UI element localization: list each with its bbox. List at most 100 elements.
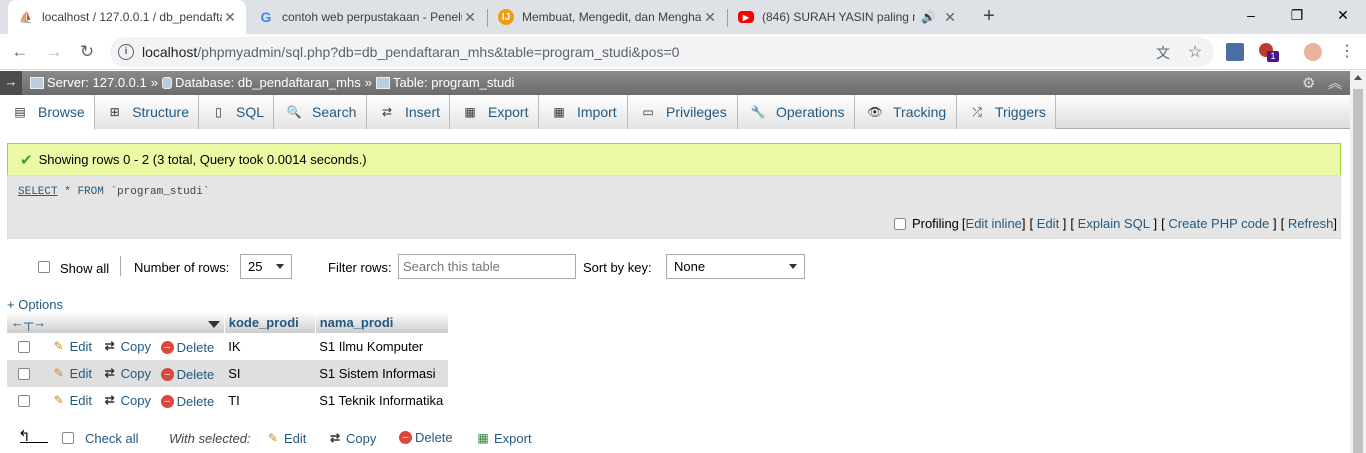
- forward-arrow-icon[interactable]: →: [42, 40, 66, 64]
- tab-insert[interactable]: ⇄ Insert: [367, 95, 450, 129]
- table-row: ✎ Edit ⇄ Copy – Delete TI S1 Teknik Informa…: [7, 387, 449, 414]
- back-arrow-icon[interactable]: ←: [8, 40, 32, 64]
- row-edit-link[interactable]: ✎ Edit: [51, 365, 92, 381]
- settings-gear-icon[interactable]: ⚙: [1302, 74, 1315, 92]
- row-copy-link[interactable]: ⇄ Copy: [102, 338, 151, 354]
- tab-structure[interactable]: ⊞ Structure: [95, 95, 199, 129]
- options-link[interactable]: + Options: [7, 297, 63, 312]
- sort-by-key-select[interactable]: None: [666, 254, 805, 279]
- youtube-icon: ▶: [738, 11, 754, 23]
- orange-circle-icon: IJ: [498, 9, 514, 25]
- vertical-scrollbar[interactable]: [1350, 71, 1366, 453]
- menu-dots-icon[interactable]: ⋮: [1335, 40, 1359, 64]
- maximize-button[interactable]: ❐: [1274, 0, 1320, 32]
- eye-icon: 👁: [867, 105, 883, 119]
- column-header-kode-prodi[interactable]: kode_prodi: [224, 312, 316, 333]
- delete-icon: –: [160, 368, 174, 381]
- collapse-icon[interactable]: ︽: [1328, 73, 1342, 93]
- delete-icon: –: [160, 341, 174, 354]
- info-icon[interactable]: i: [118, 44, 134, 60]
- row-edit-label: Edit: [69, 392, 93, 408]
- create-php-code-link[interactable]: Create PHP code: [1168, 216, 1269, 231]
- row-edit-link[interactable]: ✎ Edit: [51, 338, 92, 354]
- tab-phpmyadmin[interactable]: ⛵ localhost / 127.0.0.1 / db_pendaftaran…: [8, 0, 246, 34]
- scrollbar-thumb[interactable]: [1353, 89, 1363, 453]
- tab-import[interactable]: ▦ Import: [539, 95, 628, 129]
- bulk-copy-button[interactable]: ⇄ Copy: [327, 430, 376, 446]
- row-delete-link[interactable]: – Delete: [160, 394, 214, 409]
- tab-article[interactable]: IJ Membuat, Mengedit, dan Menghapus ✕: [488, 0, 726, 34]
- bulk-delete-button[interactable]: – Delete: [399, 430, 453, 445]
- table-navigation: Show all Number of rows: 25 Filter rows:…: [0, 253, 1340, 283]
- breadcrumb-sep: »: [364, 75, 372, 90]
- breadcrumb-database[interactable]: Database: db_pendaftaran_mhs: [175, 75, 361, 90]
- browse-icon: ▤: [14, 105, 26, 119]
- row-delete-link[interactable]: – Delete: [160, 340, 214, 355]
- import-icon: ▦: [553, 105, 565, 119]
- row-delete-link[interactable]: – Delete: [160, 367, 214, 382]
- new-tab-button[interactable]: +: [977, 4, 1001, 28]
- edit-inline-link[interactable]: Edit inline: [966, 216, 1022, 231]
- scroll-up-arrow-icon[interactable]: [1354, 75, 1362, 80]
- row-actions: ✎ Edit ⇄ Copy – Delete: [7, 387, 225, 414]
- sql-icon: ▯: [215, 105, 222, 119]
- chevron-down-icon: [276, 264, 284, 269]
- profile-avatar[interactable]: [1304, 43, 1322, 61]
- row-checkbox[interactable]: [18, 367, 30, 380]
- filter-rows-input[interactable]: Search this table: [398, 254, 576, 279]
- translate-icon[interactable]: 文: [1154, 44, 1172, 62]
- minimize-button[interactable]: –: [1228, 0, 1274, 32]
- close-tab-icon[interactable]: ✕: [462, 9, 478, 26]
- explain-sql-link[interactable]: Explain SQL: [1078, 216, 1150, 231]
- privileges-icon: ▭: [642, 105, 654, 119]
- tab-youtube[interactable]: ▶ (846) SURAH YASIN paling merdu 🔊 ✕: [728, 0, 966, 34]
- extension-badge-icon[interactable]: 1: [1259, 43, 1279, 62]
- tab-export[interactable]: ▦ Export: [450, 95, 539, 129]
- export-icon: ▦: [477, 431, 489, 445]
- show-all-checkbox[interactable]: [38, 261, 50, 273]
- check-all-label[interactable]: Check all: [85, 431, 138, 446]
- address-bar[interactable]: i localhost/phpmyadmin/sql.php?db=db_pen…: [110, 37, 1214, 67]
- row-copy-link[interactable]: ⇄ Copy: [102, 392, 151, 408]
- row-checkbox[interactable]: [18, 340, 30, 353]
- tab-search[interactable]: 🔍 Search: [274, 95, 367, 129]
- tab-triggers[interactable]: ⤮ Triggers: [957, 95, 1056, 129]
- bookmark-star-icon[interactable]: ☆: [1186, 44, 1204, 62]
- tab-tracking[interactable]: 👁 Tracking: [855, 95, 957, 129]
- sort-by-key-label: Sort by key:: [583, 260, 652, 275]
- row-checkbox[interactable]: [18, 394, 30, 407]
- row-copy-link[interactable]: ⇄ Copy: [102, 365, 151, 381]
- tab-operations[interactable]: 🔧 Operations: [738, 95, 855, 129]
- tab-google[interactable]: G contoh web perpustakaan - Penelusuran …: [248, 0, 486, 34]
- reload-icon[interactable]: ↻: [75, 40, 99, 64]
- row-edit-link[interactable]: ✎ Edit: [51, 392, 92, 408]
- breadcrumb-table[interactable]: Table: program_studi: [393, 75, 514, 90]
- tab-browse[interactable]: ▤ Browse: [0, 95, 95, 130]
- tab-privileges[interactable]: ▭ Privileges: [628, 95, 738, 129]
- speaker-icon[interactable]: 🔊: [921, 10, 936, 24]
- close-tab-icon[interactable]: ✕: [702, 9, 718, 26]
- close-tab-icon[interactable]: ✕: [222, 9, 238, 26]
- url-text[interactable]: localhost/phpmyadmin/sql.php?db=db_penda…: [142, 44, 679, 60]
- resize-arrows-icon[interactable]: ←┬→: [11, 315, 46, 330]
- sql-select-keyword[interactable]: SELECT: [18, 186, 58, 198]
- check-all-checkbox[interactable]: [62, 432, 74, 444]
- bulk-edit-button[interactable]: ✎ Edit: [265, 430, 306, 446]
- close-tab-icon[interactable]: ✕: [942, 9, 958, 26]
- breadcrumb-server[interactable]: Server: 127.0.0.1: [47, 75, 147, 90]
- pencil-icon: ✎: [53, 339, 64, 353]
- close-window-button[interactable]: ✕: [1320, 0, 1366, 32]
- navigation-toggle-arrow-icon[interactable]: →: [0, 71, 22, 95]
- extension-icon[interactable]: [1226, 43, 1244, 61]
- number-of-rows-select[interactable]: 25: [240, 254, 292, 279]
- profiling-checkbox[interactable]: [893, 217, 906, 230]
- refresh-link[interactable]: Refresh: [1288, 216, 1334, 231]
- tab-label: Structure: [132, 104, 189, 120]
- edit-link[interactable]: Edit: [1037, 216, 1059, 231]
- sort-dropdown-icon[interactable]: [207, 321, 220, 328]
- column-header-nama-prodi[interactable]: nama_prodi: [315, 312, 449, 333]
- triggers-icon: ⤮: [972, 105, 982, 119]
- tab-sql[interactable]: ▯ SQL: [199, 95, 274, 129]
- arrow-line: [20, 442, 48, 443]
- bulk-export-button[interactable]: ▦ Export: [475, 430, 531, 446]
